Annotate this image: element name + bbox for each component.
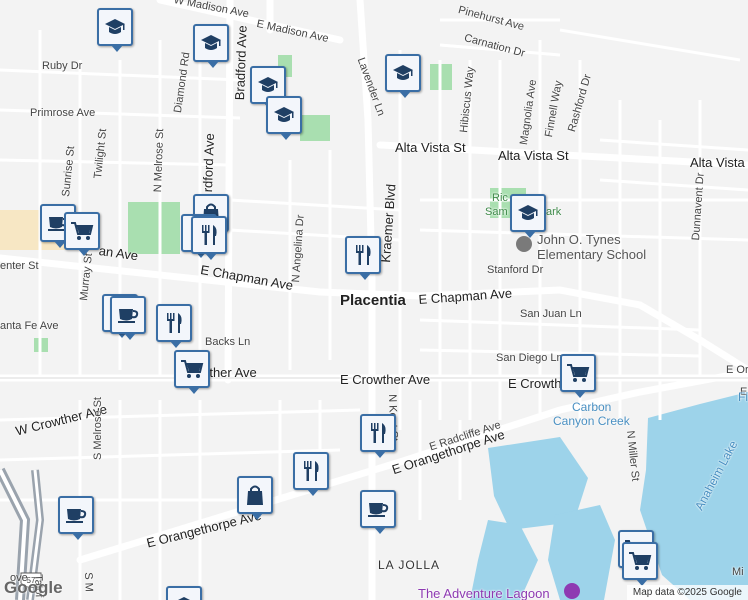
school-label-line1: John O. Tynes [537,232,621,247]
street-label-melrose-s: S Melrose St [92,397,104,460]
shopping-cart-marker[interactable] [622,542,658,586]
water-label-carbon-line2: Canyon Creek [553,414,630,428]
school-marker[interactable] [510,194,546,238]
street-label-center: enter St [0,260,39,272]
school-icon [392,63,414,83]
school-marker[interactable] [266,96,302,140]
shopping-cart-icon [566,363,590,383]
school-icon [517,203,539,223]
park-label-part1: Ric [492,192,508,204]
school-label[interactable]: John O. Tynes Elementary School [537,232,646,262]
park-label-part2: Sam [485,206,508,218]
map-canvas[interactable]: 57 W Madison Ave E Madison Ave Pinehurst… [0,0,748,600]
street-label-alta-vista-2: Alta Vista St [498,148,569,163]
cafe-marker[interactable] [58,496,94,540]
school-icon [200,33,222,53]
restaurant-marker[interactable] [360,414,396,458]
shopping-cart-icon [180,359,204,379]
street-label-melrose-n: N Melrose St [152,128,167,193]
street-label-crowther-e: E Crowther Ave [340,372,431,387]
street-label-santa-fe: anta Fe Ave [0,320,59,332]
street-label-s-frag: S M [82,572,95,592]
shopping-cart-icon [70,221,94,241]
area-label: LA JOLLA [378,558,441,572]
map-attribution[interactable]: Map data ©2025 Google [626,585,748,600]
school-icon [104,17,126,37]
cafe-icon [117,306,139,324]
street-label-crowther-far: E Crowth [508,376,562,391]
google-logo: Google [4,578,63,597]
restaurant-marker[interactable] [345,236,381,280]
street-label-bradford-frag: rdford Ave [200,133,218,193]
street-label-mi-frag: Mi [732,566,744,578]
restaurant-icon [368,422,388,444]
attraction-label[interactable]: The Adventure Lagoon [418,586,550,600]
school-marker[interactable] [385,54,421,98]
school-marker[interactable] [166,586,202,600]
shopping-cart-marker[interactable] [560,354,596,398]
restaurant-marker[interactable] [156,304,192,348]
restaurant-icon [301,460,321,482]
cafe-marker[interactable] [110,296,146,340]
restaurant-icon [353,244,373,266]
shopping-cart-marker[interactable] [64,212,100,256]
park-label-part3: ark [546,206,562,218]
school-marker[interactable] [193,24,229,68]
school-icon [273,105,295,125]
school-icon [173,595,195,600]
school-label-line2: Elementary School [537,247,647,262]
cafe-icon [367,500,389,518]
shopping-bag-marker[interactable] [237,476,273,520]
street-label-stanford: Stanford Dr [487,264,544,276]
street-label-bradford: Bradford Ave [232,25,250,101]
city-label: Placentia [340,292,406,309]
restaurant-icon [199,224,219,246]
shopping-cart-icon [628,551,652,571]
restaurant-marker[interactable] [191,216,227,260]
water-label-fi: Fi [738,390,748,404]
cafe-marker[interactable] [360,490,396,534]
restaurant-marker[interactable] [293,452,329,496]
cafe-icon [65,506,87,524]
shopping-cart-marker[interactable] [174,350,210,394]
school-icon [257,75,279,95]
street-label-alta-vista-3: Alta Vista [690,155,745,170]
street-label-primrose: Primrose Ave [30,107,96,119]
school-marker[interactable] [97,8,133,52]
street-label-san-diego: San Diego Ln [496,352,563,364]
street-label-san-juan: San Juan Ln [520,308,582,320]
street-label-ruby: Ruby Dr [42,60,83,72]
water-label-carbon-line1: Carbon [572,400,612,414]
restaurant-icon [164,312,184,334]
street-label-alta-vista-1: Alta Vista St [395,140,466,155]
street-label-e-ora-frag: E Ora [726,364,748,376]
street-label-backs: Backs Ln [205,336,251,348]
street-label-crowther-frag: rther Ave [205,365,257,380]
shopping-bag-icon [245,484,265,506]
